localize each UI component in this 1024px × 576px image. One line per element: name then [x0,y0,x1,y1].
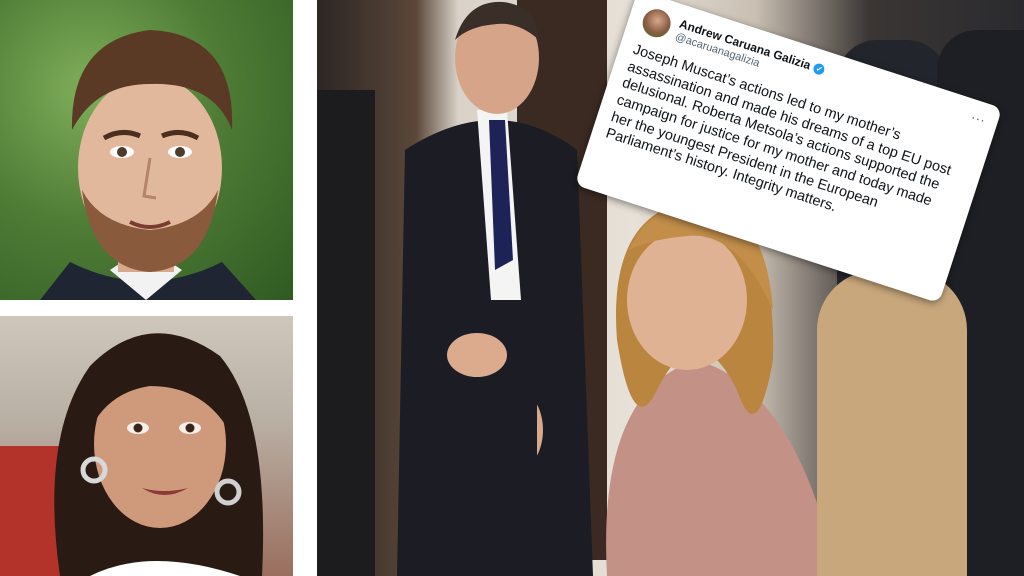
portrait-photo-young-man [0,0,293,300]
portrait-woman-illustration [0,333,264,576]
author-avatar [639,5,675,41]
portrait-young-man-illustration [40,30,256,300]
background-person-beige [817,270,967,576]
portrait-photo-woman [0,316,293,576]
